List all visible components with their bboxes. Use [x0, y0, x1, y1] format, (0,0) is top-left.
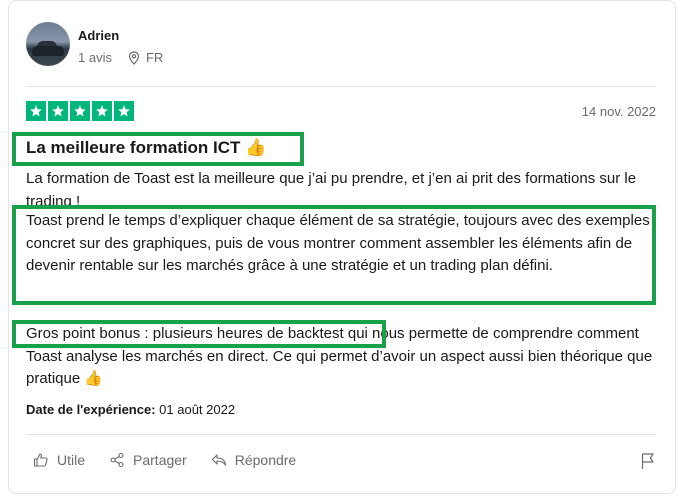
star-icon — [26, 101, 46, 121]
star-icon — [70, 101, 90, 121]
star-icon — [48, 101, 68, 121]
useful-label: Utile — [57, 452, 86, 468]
footer-divider — [26, 434, 656, 435]
review-date: 14 nov. 2022 — [581, 104, 656, 119]
review-title[interactable]: La meilleure formation ICT 👍 — [26, 138, 266, 158]
star-rating — [26, 101, 134, 121]
share-label: Partager — [133, 452, 187, 468]
share-button[interactable]: Partager — [109, 452, 187, 468]
reviewer-meta: 1 avis FR — [78, 50, 163, 65]
reviews-count: 1 avis — [78, 50, 112, 65]
review-paragraph-3: Gros point bonus : plusieurs heures de b… — [26, 325, 653, 387]
review-actions: Utile Partager Répondre — [33, 452, 320, 468]
reply-label: Répondre — [234, 452, 297, 468]
useful-button[interactable]: Utile — [33, 452, 85, 468]
star-icon — [114, 101, 134, 121]
avatar-car-body — [32, 46, 64, 56]
experience-label: Date de l'expérience: — [26, 402, 156, 417]
share-icon — [109, 452, 129, 468]
experience-date-value: 01 août 2022 — [159, 402, 236, 417]
reviewer-name[interactable]: Adrien — [78, 28, 119, 43]
flag-icon[interactable] — [640, 452, 656, 475]
thumbs-up-icon — [33, 452, 53, 468]
review-paragraph-1: La formation de Toast est la meilleure q… — [26, 170, 637, 210]
location-pin-icon — [128, 50, 140, 65]
header-divider — [26, 86, 656, 87]
experience-date: Date de l'expérience: 01 août 2022 — [26, 402, 235, 417]
star-icon — [92, 101, 112, 121]
review-paragraph-2: Toast prend le temps d’expliquer chaque … — [26, 212, 650, 274]
reply-icon — [211, 452, 231, 468]
avatar[interactable] — [26, 22, 70, 66]
reply-button[interactable]: Répondre — [211, 452, 297, 468]
reviewer-country: FR — [145, 50, 164, 65]
